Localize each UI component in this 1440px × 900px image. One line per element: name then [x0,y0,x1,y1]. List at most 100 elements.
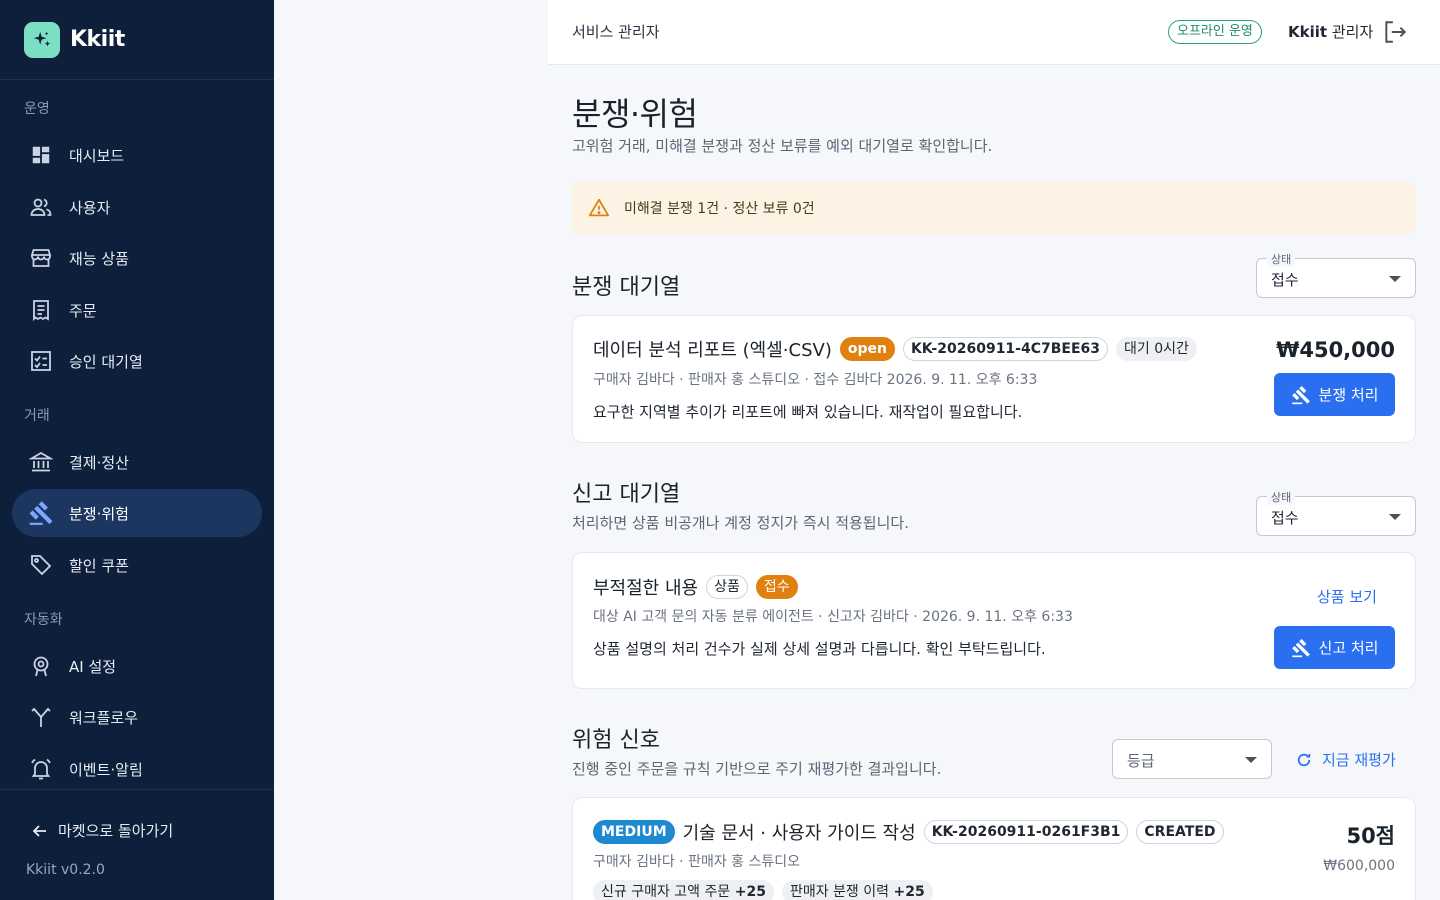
risk-level-select[interactable]: 등급 [1112,739,1272,779]
report-card-title-row: 부적절한 내용 상품 접수 [593,574,798,600]
resolve-report-label: 신고 처리 [1318,639,1379,657]
risk-order-amount: ₩600,000 [1323,858,1395,874]
reevaluate-now-label: 지금 재평가 [1322,751,1396,769]
resolve-dispute-button[interactable]: 분쟁 처리 [1274,373,1395,416]
sidebar-item-users[interactable]: 사용자 [12,183,262,231]
users-icon [28,194,54,220]
dispute-queue-title: 분쟁 대기열 [572,275,681,300]
sidebar-item-label: 할인 쿠폰 [69,556,129,575]
app-version: Kkiit v0.2.0 [26,862,105,878]
sidebar-item-products[interactable]: 재능 상품 [12,234,262,282]
section-label-operation: 운영 [24,101,50,117]
risk-signal-points: +25 [893,884,925,900]
dashboard-icon [28,142,54,168]
sidebar-item-label: 재능 상품 [69,249,129,268]
summary-alert: 미해결 분쟁 1건 · 정산 보류 0건 [572,182,1416,234]
sidebar-item-label: AI 설정 [69,657,117,676]
risk-score: 50점 [1346,824,1395,848]
dispute-amount: ₩450,000 [1276,338,1395,362]
sidebar-item-approval-queue[interactable]: 승인 대기열 [12,337,262,385]
report-queue-title: 신고 대기열 [572,482,681,507]
dispute-status-label: 상태 [1267,251,1296,267]
report-meta: 대상 AI 고객 문의 자동 분류 에이전트 · 신고자 김바다 · 2026.… [593,609,1073,625]
sidebar-item-dashboard[interactable]: 대시보드 [12,131,262,179]
dispute-status-value: 접수 [1271,271,1299,289]
gavel-icon [1291,638,1311,658]
sidebar-item-label: 사용자 [69,198,111,217]
report-card: 부적절한 내용 상품 접수 대상 AI 고객 문의 자동 분류 에이전트 · 신… [572,552,1416,689]
wait-time-chip: 대기 0시간 [1116,337,1197,361]
sidebar-item-ai-settings[interactable]: AI 설정 [12,642,262,690]
report-target-type-chip: 상품 [706,575,748,599]
sidebar-item-coupons[interactable]: 할인 쿠폰 [12,541,262,589]
sidebar-item-events-alerts[interactable]: 이벤트·알림 [12,745,262,793]
logout-icon[interactable] [1382,19,1408,45]
sidebar-item-orders[interactable]: 주문 [12,286,262,334]
risk-order-state-chip: CREATED [1136,820,1224,844]
sparkle-icon [24,21,60,58]
sidebar-item-workflow[interactable]: 워크플로우 [12,693,262,741]
view-product-link[interactable]: 상품 보기 [1317,586,1377,607]
order-id-chip: KK-20260911-4C7BEE63 [902,337,1109,361]
risk-product-title: 기술 문서 · 사용자 가이드 작성 [682,823,916,844]
dispute-meta: 구매자 김바다 · 판매자 홍 스튜디오 · 접수 김바다 2026. 9. 1… [593,372,1038,388]
dispute-status-select[interactable]: 상태 접수 [1256,251,1416,298]
risk-card-title-row: MEDIUM 기술 문서 · 사용자 가이드 작성 KK-20260911-02… [593,819,1224,845]
report-body: 상품 설명의 처리 건수가 실제 상세 설명과 다릅니다. 확인 부탁드립니다. [593,640,1046,658]
dispute-card-title-row: 데이터 분석 리포트 (엑셀·CSV) open KK-20260911-4C7… [593,336,1197,362]
sidebar-item-label: 워크플로우 [69,708,139,727]
reevaluate-now-button[interactable]: 지금 재평가 [1296,749,1396,770]
gavel-icon [28,500,54,526]
report-queue-description: 처리하면 상품 비공개나 계정 정지가 즉시 적용됩니다. [572,514,909,532]
page-subtitle: 고위험 거래, 미해결 분쟁과 정산 보류를 예외 대기열로 확인합니다. [572,137,993,155]
report-status-value: 접수 [1271,509,1299,527]
risk-signals-title: 위험 신호 [572,728,660,753]
warning-icon [588,197,610,219]
risk-level-placeholder: 등급 [1127,752,1155,770]
tag-icon [28,552,54,578]
risk-order-id-chip: KK-20260911-0261F3B1 [923,820,1129,844]
report-status-badge: 접수 [755,575,798,599]
dispute-product-title: 데이터 분석 리포트 (엑셀·CSV) [593,340,832,361]
risk-signal-list: 신규 구매자 고액 주문 +25 판매자 분쟁 이력 +25 [593,880,933,900]
sidebar-item-disputes-risk[interactable]: 분쟁·위험 [12,489,262,537]
page-title: 분쟁·위험 [572,95,698,133]
risk-signal-label: 신규 구매자 고액 주문 [601,884,731,900]
chevron-down-icon [1389,514,1401,520]
sidebar-item-label: 결제·정산 [69,453,129,472]
refresh-icon [1296,752,1312,768]
risk-signal-chip: 판매자 분쟁 이력 +25 [781,880,933,900]
report-reason: 부적절한 내용 [593,578,699,599]
resolve-report-button[interactable]: 신고 처리 [1274,626,1395,669]
report-status-label: 상태 [1267,489,1296,505]
receipt-icon [28,297,54,323]
admin-brand: Kkiit [1288,23,1328,41]
dispute-body: 요구한 지역별 추이가 리포트에 빠져 있습니다. 재작업이 필요합니다. [593,403,1023,421]
workflow-icon [28,704,54,730]
section-label-transaction: 거래 [24,408,50,424]
store-icon [28,245,54,271]
brand[interactable]: Kkiit [0,0,274,80]
checklist-icon [28,348,54,374]
brand-name: Kkiit [70,27,125,52]
alert-text: 미해결 분쟁 1건 · 정산 보류 0건 [624,201,815,217]
header-title: 서비스 관리자 [572,23,660,41]
chevron-down-icon [1245,757,1257,763]
sidebar-item-label: 분쟁·위험 [69,504,129,523]
back-to-market-label: 마켓으로 돌아가기 [58,822,174,840]
risk-meta: 구매자 김바다 · 판매자 홍 스튜디오 [593,854,801,870]
report-status-select[interactable]: 상태 접수 [1256,489,1416,536]
risk-signal-points: +25 [734,884,766,900]
sidebar-item-label: 대시보드 [69,146,125,165]
risk-card: MEDIUM 기술 문서 · 사용자 가이드 작성 KK-20260911-02… [572,797,1416,900]
sidebar-item-payment-settlement[interactable]: 결제·정산 [12,438,262,486]
resolve-dispute-label: 분쟁 처리 [1318,386,1379,404]
top-header: 서비스 관리자 오프라인 운영 Kkiit 관리자 [548,0,1440,65]
section-label-automation: 자동화 [24,612,63,628]
ai-settings-icon [28,653,54,679]
sidebar-item-label: 승인 대기열 [69,352,143,371]
risk-signal-label: 판매자 분쟁 이력 [789,884,890,900]
gavel-icon [1291,385,1311,405]
back-to-market-link[interactable]: 마켓으로 돌아가기 [32,820,173,841]
chevron-down-icon [1389,276,1401,282]
